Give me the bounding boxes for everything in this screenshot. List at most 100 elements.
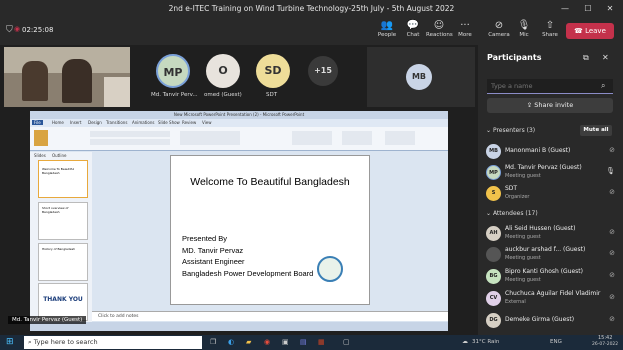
- avatar-row: MP Md. Tanvir Perv... O omed (Guest) SD …: [149, 48, 351, 105]
- avatar: [486, 247, 501, 262]
- list-item[interactable]: MB Manonmani B (Guest) ⊘: [483, 142, 621, 162]
- slide-thumbnail[interactable]: Welcome To Beautiful Bangladesh: [38, 160, 88, 198]
- avatar[interactable]: MP: [156, 54, 190, 88]
- tile-name: Md. Tanvir Perv...: [151, 92, 198, 98]
- share-icon: ⇧: [545, 20, 555, 31]
- powerpoint-icon[interactable]: ▦: [318, 338, 325, 346]
- chrome-icon[interactable]: ◉: [264, 338, 270, 346]
- slide-body: Presented By MD. Tanvir Pervaz Assistant…: [182, 234, 314, 278]
- camera-off-icon: ⊘: [494, 20, 504, 31]
- panel-title: Participants: [487, 53, 542, 62]
- bpdb-logo-icon: [317, 256, 343, 282]
- taskbar-search[interactable]: ⌕ Type here to search: [24, 336, 202, 349]
- notes-area[interactable]: Click to add notes: [92, 311, 448, 321]
- avatar[interactable]: O: [206, 54, 240, 88]
- reactions-button[interactable]: ☺ Reactions: [426, 20, 453, 38]
- video-tile[interactable]: [4, 47, 130, 107]
- weather-text[interactable]: 31°C Rain: [472, 339, 499, 345]
- share-invite-button[interactable]: ⇪ Share invite: [487, 98, 613, 113]
- mic-off-icon: ⊘: [609, 249, 615, 257]
- share-button[interactable]: ⇧ Share: [537, 20, 563, 38]
- list-item[interactable]: auckbur arshad f... (Guest) Meeting gues…: [483, 245, 621, 265]
- shield-icon: ⛉: [6, 25, 13, 35]
- store-icon[interactable]: ▣: [282, 338, 289, 346]
- avatar[interactable]: SD: [256, 54, 290, 88]
- tab-slideshow[interactable]: Slide Show: [158, 120, 180, 125]
- tab-insert[interactable]: Insert: [70, 120, 81, 125]
- tab-review[interactable]: Review: [182, 120, 196, 125]
- list-item[interactable]: S SDT Organizer ⊘: [483, 184, 621, 204]
- close-panel-icon[interactable]: ✕: [602, 53, 609, 62]
- people-icon: 👥: [380, 20, 394, 31]
- tile-name: omed (Guest): [204, 92, 242, 98]
- participant-tile[interactable]: MB: [367, 47, 475, 107]
- task-view-icon[interactable]: ❐: [210, 338, 216, 346]
- tab-design[interactable]: Design: [88, 120, 102, 125]
- paste-icon[interactable]: [34, 130, 48, 146]
- search-icon: ⌕: [601, 81, 606, 90]
- current-slide[interactable]: Welcome To Beautiful Bangladesh Presente…: [170, 155, 370, 305]
- tab-file[interactable]: File: [32, 120, 43, 125]
- tab-slides[interactable]: Slides: [34, 153, 46, 158]
- tab-home[interactable]: Home: [52, 120, 64, 125]
- chat-icon: 💬: [406, 20, 420, 31]
- person-silhouette: [22, 61, 48, 101]
- reactions-icon: ☺: [433, 20, 445, 31]
- overflow-count[interactable]: +15: [308, 56, 338, 86]
- people-button[interactable]: 👥 People: [374, 20, 400, 38]
- presenters-header[interactable]: ⌄ Presenters (3): [486, 127, 535, 134]
- meeting-toolbar: ⛉ ◉ 02:25:08 👥 People 💬 Chat ☺ Reactions ··…: [0, 18, 623, 45]
- avatar: MB: [486, 144, 501, 159]
- more-icon: ···: [460, 20, 470, 31]
- search-input[interactable]: [487, 79, 613, 94]
- avatar: CV: [486, 291, 501, 306]
- tab-outline[interactable]: Outline: [52, 153, 66, 158]
- record-icon: ◉: [14, 25, 21, 33]
- chevron-down-icon: ⌄: [486, 210, 493, 217]
- ppt-statusbar: [30, 322, 448, 331]
- slide-thumbnail[interactable]: History of Bangladesh: [38, 243, 88, 281]
- mic-off-icon: ⊘: [609, 188, 615, 196]
- leave-button[interactable]: ☎ Leave: [566, 23, 614, 39]
- ppt-tabs: File Home Insert Design Transitions Anim…: [30, 119, 448, 127]
- ppt-titlebar: New Microsoft PowerPoint Presentation (2…: [30, 111, 448, 119]
- avatar: BG: [486, 269, 501, 284]
- chevron-down-icon: ⌄: [486, 127, 493, 134]
- slide-thumbnail[interactable]: Short overview of Bangladesh: [38, 202, 88, 240]
- meeting-timer: 02:25:08: [22, 26, 54, 34]
- avatar: MP: [486, 165, 501, 180]
- language-indicator[interactable]: ENG: [550, 339, 562, 345]
- avatar: MB: [406, 64, 432, 90]
- close-icon[interactable]: ✕: [600, 0, 620, 18]
- tab-animations[interactable]: Animations: [132, 120, 154, 125]
- avatar: AH: [486, 226, 501, 241]
- mic-button[interactable]: 🎙 Mic: [511, 20, 537, 38]
- app-icon[interactable]: ▢: [343, 338, 350, 346]
- mute-all-button[interactable]: Mute all: [580, 125, 612, 136]
- tab-view[interactable]: View: [202, 120, 212, 125]
- list-item[interactable]: MP Md. Tanvir Pervaz (Guest) Meeting gue…: [483, 163, 621, 183]
- list-item[interactable]: AH Ali Seid Hussen (Guest) Meeting guest…: [483, 224, 621, 244]
- window-title: 2nd e-ITEC Training on Wind Turbine Tech…: [168, 4, 455, 13]
- teams-icon[interactable]: ▤: [300, 338, 307, 346]
- chat-button[interactable]: 💬 Chat: [400, 20, 426, 38]
- popout-icon[interactable]: ⧉: [583, 53, 589, 63]
- attendees-header[interactable]: ⌄ Attendees (17): [486, 210, 538, 217]
- more-button[interactable]: ··· More: [452, 20, 478, 38]
- camera-button[interactable]: ⊘ Camera: [486, 20, 512, 38]
- list-item[interactable]: CV Chuchuca Aguilar Fidel Vladimir Exter…: [483, 289, 621, 309]
- tab-transitions[interactable]: Transitions: [106, 120, 127, 125]
- minimize-icon[interactable]: —: [555, 0, 575, 18]
- file-explorer-icon[interactable]: ▰: [246, 338, 251, 346]
- mic-off-icon: ⊘: [609, 271, 615, 279]
- windows-start-icon[interactable]: ⊞: [6, 337, 14, 347]
- mic-icon: 🎙: [606, 167, 615, 175]
- clock-time[interactable]: 15:42: [598, 335, 612, 341]
- maximize-icon[interactable]: ☐: [578, 0, 598, 18]
- edge-icon[interactable]: ◐: [228, 338, 234, 346]
- list-item[interactable]: BG Bipro Kanti Ghosh (Guest) Meeting gue…: [483, 267, 621, 287]
- clock-date[interactable]: 26-07-2022: [592, 342, 618, 347]
- avatar: DG: [486, 313, 501, 328]
- list-item[interactable]: DG Demeke Girma (Guest) ⊘: [483, 311, 621, 331]
- weather-icon: ☁: [462, 338, 468, 345]
